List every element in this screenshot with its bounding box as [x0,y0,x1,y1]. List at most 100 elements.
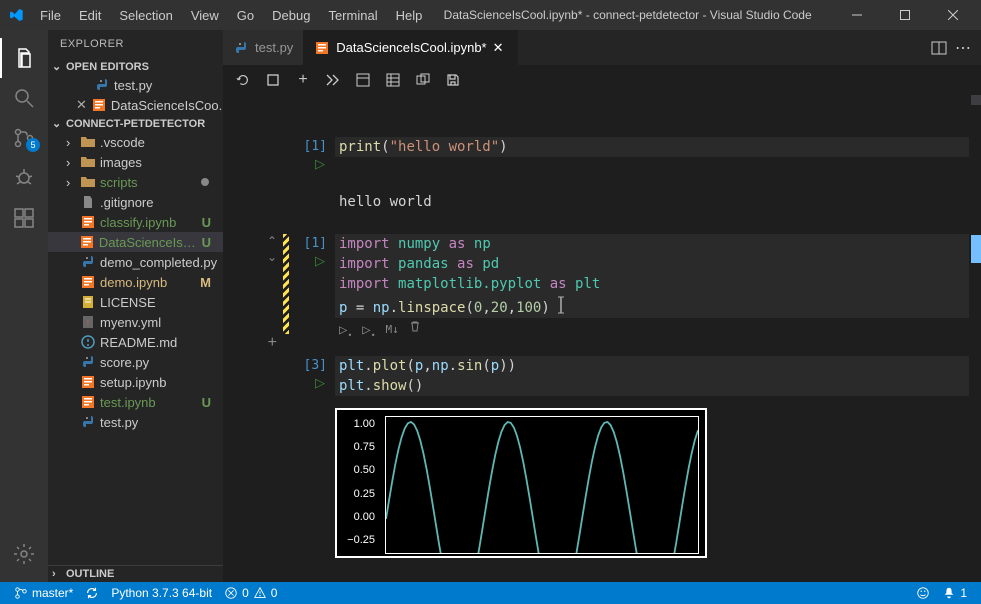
editor-tab[interactable]: test.py [223,30,304,65]
python-env[interactable]: Python 3.7.3 64-bit [105,586,218,600]
activity-search[interactable] [0,78,48,118]
file-icon [94,77,110,93]
tab-label: DataScienceIsCool.ipynb* [336,40,486,55]
open-editor-item[interactable]: test.py [48,75,223,95]
git-branch[interactable]: master* [8,586,79,600]
notebook-cell[interactable]: [3]▷plt.plot(p,np.sin(p))plt.show() [223,354,981,398]
problems[interactable]: 0 0 [218,586,283,600]
delete-cell-icon[interactable] [409,320,421,346]
add-cell-icon[interactable]: + [295,72,311,88]
folder-item[interactable]: ›images [48,152,223,172]
item-name: .vscode [100,135,145,150]
file-icon [80,254,96,270]
run-cell-icon[interactable]: ▷• [339,320,352,346]
code-line[interactable]: print("hello world") [335,137,969,157]
code-block[interactable]: plt.plot(p,np.sin(p))plt.show() [335,356,981,396]
cell-output: hello world [223,174,981,232]
tab-bar: test.py DataScienceIsCool.ipynb* ✕ ⋯ [223,30,981,65]
split-editor-icon[interactable] [931,40,947,56]
run-icon[interactable]: ▷ [291,251,335,269]
save-icon[interactable] [445,72,461,88]
file-item[interactable]: score.py [48,352,223,372]
plot-ytick: −0.25 [337,530,381,553]
run-below-icon[interactable]: ▷• [362,320,375,346]
notebook-body[interactable]: [1]▷print("hello world")hello world⌃⌄+[1… [223,95,981,582]
code-line[interactable]: p = np.linspace(0,20,100) [335,294,969,318]
close-button[interactable] [933,1,973,29]
activity-extensions[interactable] [0,198,48,238]
file-icon: ! [80,314,96,330]
toolbar-icon-2[interactable] [385,72,401,88]
menu-selection[interactable]: Selection [111,4,180,27]
toolbar-icon-3[interactable] [415,72,431,88]
chevron-down-icon: ⌄ [52,117,64,130]
close-icon[interactable]: ✕ [76,97,87,113]
file-item[interactable]: test.py [48,412,223,432]
code-line[interactable]: import numpy as np [335,234,969,254]
file-icon [80,174,96,190]
menu-debug[interactable]: Debug [264,4,318,27]
activity-settings[interactable] [0,534,48,574]
open-editors-label: OPEN EDITORS [66,61,149,73]
menu-go[interactable]: Go [229,4,262,27]
code-line[interactable]: plt.show() [335,376,969,396]
run-icon[interactable]: ▷ [291,154,335,172]
project-header[interactable]: ⌄ CONNECT-PETDETECTOR [48,115,223,132]
activity-explorer[interactable] [0,38,48,78]
cell-prompt: [1] [291,234,335,251]
open-editor-item[interactable]: ✕DataScienceIsCoo... [48,95,223,115]
file-item[interactable]: README.md [48,332,223,352]
feedback-icon[interactable] [910,586,936,600]
code-block[interactable]: import numpy as npimport pandas as pdimp… [335,234,981,352]
file-item[interactable]: classify.ipynbU [48,212,223,232]
modified-dot-icon [201,178,209,186]
menu-bar: File Edit Selection View Go Debug Termin… [32,4,430,27]
file-item[interactable]: test.ipynbU [48,392,223,412]
menu-help[interactable]: Help [388,4,431,27]
code-block[interactable]: print("hello world") [335,137,981,172]
file-name: test.py [114,78,152,93]
file-item[interactable]: demo_completed.py [48,252,223,272]
outline-header[interactable]: › OUTLINE [48,565,223,582]
markdown-icon[interactable]: M↓ [386,320,399,346]
toolbar-icon-1[interactable] [355,72,371,88]
interrupt-kernel-icon[interactable] [265,72,281,88]
collapse-down-icon[interactable]: ⌄ [267,250,277,264]
file-item[interactable]: DataScienceIsCo...U [48,232,223,252]
activity-debug[interactable] [0,158,48,198]
sync-button[interactable] [79,586,105,600]
chevron-down-icon: ⌄ [52,60,64,73]
close-icon[interactable]: ✕ [493,40,507,56]
notifications-icon[interactable]: 1 [936,586,973,600]
collapse-up-icon[interactable]: ⌃ [267,234,277,248]
file-item[interactable]: !myenv.yml [48,312,223,332]
file-item[interactable]: demo.ipynbM [48,272,223,292]
menu-view[interactable]: View [183,4,227,27]
add-cell-icon[interactable]: + [268,334,277,352]
editor-tab[interactable]: DataScienceIsCool.ipynb* ✕ [304,30,517,65]
notebook-cell[interactable]: ⌃ ⌄ + [1]▷import numpy as npimport pandas a… [223,232,981,354]
file-item[interactable]: .gitignore [48,192,223,212]
folder-item[interactable]: ›.vscode [48,132,223,152]
maximize-button[interactable] [885,1,925,29]
open-editors-header[interactable]: ⌄ OPEN EDITORS [48,58,223,75]
minimize-button[interactable] [837,1,877,29]
code-line[interactable]: import pandas as pd [335,254,969,274]
plot-ytick: 0.75 [337,437,381,460]
code-line[interactable]: import matplotlib.pyplot as plt [335,274,969,294]
run-all-icon[interactable] [325,72,341,88]
file-item[interactable]: LICENSE [48,292,223,312]
menu-edit[interactable]: Edit [71,4,109,27]
notebook-cell[interactable]: [1]▷print("hello world") [223,135,981,174]
plot-output: 1.000.750.500.250.00−0.25 [335,408,707,558]
code-line[interactable]: plt.plot(p,np.sin(p)) [335,356,969,376]
menu-file[interactable]: File [32,4,69,27]
activity-source-control[interactable]: 5 [0,118,48,158]
folder-item[interactable]: ›scripts [48,172,223,192]
restart-kernel-icon[interactable] [235,72,251,88]
item-name: .gitignore [100,195,153,210]
file-item[interactable]: setup.ipynb [48,372,223,392]
more-actions-icon[interactable]: ⋯ [955,38,971,58]
menu-terminal[interactable]: Terminal [320,4,385,27]
run-icon[interactable]: ▷ [291,373,335,391]
